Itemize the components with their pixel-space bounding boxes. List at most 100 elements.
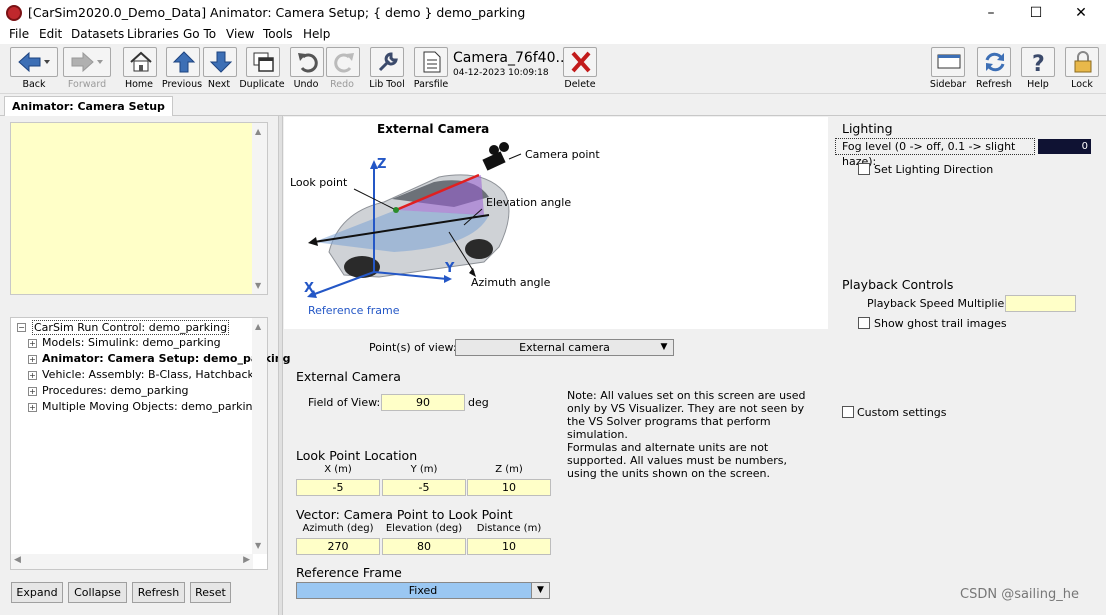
note-text-2: Formulas and alternate units are not sup… — [567, 441, 788, 480]
menu-view[interactable]: View — [226, 27, 254, 41]
undo-button[interactable] — [290, 47, 324, 77]
playback-speed-input[interactable] — [1005, 295, 1076, 312]
down-arrow-icon — [209, 51, 233, 73]
expand-toggle-icon[interactable]: + — [28, 403, 37, 412]
menu-libraries[interactable]: Libraries — [127, 27, 179, 41]
tree-item-models[interactable]: Models: Simulink: demo_parking — [42, 336, 221, 349]
app-logo-icon — [6, 5, 22, 21]
azimuth-angle-label: Azimuth angle — [471, 276, 551, 289]
notes-textarea[interactable]: ▲ ▼ — [10, 122, 268, 295]
sidebar-icon — [937, 54, 961, 69]
collapse-toggle-icon[interactable]: − — [17, 323, 26, 332]
home-button[interactable] — [123, 47, 157, 77]
scroll-up-icon[interactable]: ▲ — [255, 127, 261, 136]
look-point-label: Look point — [290, 176, 348, 189]
help-icon: ? — [1032, 52, 1045, 73]
scroll-down-icon[interactable]: ▼ — [255, 541, 261, 550]
lib-tool-button[interactable] — [370, 47, 404, 77]
maximize-button[interactable]: ☐ — [1013, 0, 1059, 26]
chevron-down-icon: ▼ — [660, 342, 668, 352]
expand-toggle-icon[interactable]: + — [28, 355, 37, 364]
previous-button[interactable] — [166, 47, 200, 77]
elevation-input[interactable]: 80 — [382, 538, 466, 555]
set-lighting-direction-checkbox[interactable] — [858, 163, 870, 175]
scroll-left-icon[interactable]: ◀ — [14, 555, 21, 565]
parsfile-label: Parsfile — [413, 79, 449, 90]
look-point-x-header: X (m) — [324, 464, 352, 475]
field-of-view-label: Field of View: — [308, 396, 381, 409]
scroll-down-icon[interactable]: ▼ — [255, 281, 261, 290]
fog-level-input[interactable]: 0 — [1038, 139, 1091, 154]
expand-button[interactable]: Expand — [11, 582, 63, 603]
custom-settings-checkbox[interactable] — [842, 406, 854, 418]
reset-button[interactable]: Reset — [190, 582, 231, 603]
expand-toggle-icon[interactable]: + — [28, 387, 37, 396]
scroll-right-icon[interactable]: ▶ — [243, 555, 250, 565]
parsfile-button[interactable] — [414, 47, 448, 77]
tree-root[interactable]: CarSim Run Control: demo_parking — [32, 320, 230, 335]
lock-icon — [1074, 51, 1092, 73]
look-point-z-input[interactable]: 10 — [467, 479, 551, 496]
refresh-icon — [985, 52, 1005, 72]
tree-horizontal-scrollbar[interactable]: ◀ ▶ — [11, 554, 253, 569]
parsfile-icon — [423, 51, 441, 73]
menu-go-to[interactable]: Go To — [183, 27, 216, 41]
home-icon — [130, 51, 152, 72]
close-button[interactable]: ✕ — [1058, 0, 1104, 26]
dataset-name: Camera_76f40.. — [453, 50, 565, 66]
vector-title: Vector: Camera Point to Look Point — [296, 507, 513, 522]
axis-z-label: Z — [377, 157, 387, 172]
tree-scrollbar[interactable]: ▲ ▼ — [252, 318, 267, 554]
menu-bar: File Edit Datasets Libraries Go To View … — [0, 26, 1106, 44]
tab-animator-camera-setup[interactable]: Animator: Camera Setup — [4, 96, 173, 116]
axis-y-label: Y — [445, 261, 455, 276]
fog-level-label: Fog level (0 -> off, 0.1 -> slight haze)… — [835, 138, 1035, 168]
lighting-title: Lighting — [842, 121, 893, 136]
collapse-button[interactable]: Collapse — [68, 582, 127, 603]
menu-tools[interactable]: Tools — [263, 27, 293, 41]
next-button[interactable] — [203, 47, 237, 77]
field-of-view-input[interactable]: 90 — [381, 394, 465, 411]
svg-text:?: ? — [1032, 52, 1045, 73]
azimuth-input[interactable]: 270 — [296, 538, 380, 555]
tree-refresh-button[interactable]: Refresh — [132, 582, 185, 603]
look-point-y-input[interactable]: -5 — [382, 479, 466, 496]
playback-speed-label: Playback Speed Multiplier: — [867, 297, 1013, 310]
back-button[interactable] — [10, 47, 58, 77]
menu-file[interactable]: File — [9, 27, 29, 41]
tree-item-vehicle[interactable]: Vehicle: Assembly: B-Class, Hatchback — [42, 368, 254, 381]
expand-toggle-icon[interactable]: + — [28, 371, 37, 380]
lock-label: Lock — [1071, 79, 1093, 90]
points-of-view-dropdown[interactable]: External camera ▼ — [455, 339, 674, 356]
back-arrow-icon — [18, 51, 50, 73]
reference-frame-label: Reference frame — [308, 304, 400, 317]
tree-item-moving-objects[interactable]: Multiple Moving Objects: demo_parking — [42, 400, 260, 413]
tree-item-procedures[interactable]: Procedures: demo_parking — [42, 384, 189, 397]
notes-scrollbar[interactable]: ▲ ▼ — [252, 123, 267, 294]
expand-toggle-icon[interactable]: + — [28, 339, 37, 348]
azimuth-header: Azimuth (deg) — [302, 523, 374, 534]
lock-button[interactable] — [1065, 47, 1099, 77]
menu-datasets[interactable]: Datasets — [71, 27, 124, 41]
delete-button[interactable] — [563, 47, 597, 77]
menu-edit[interactable]: Edit — [39, 27, 62, 41]
reference-frame-dropdown[interactable]: Fixed ▼ — [296, 582, 550, 599]
title-bar: [CarSim2020.0_Demo_Data] Animator: Camer… — [0, 0, 1106, 26]
sidebar-button[interactable] — [931, 47, 965, 77]
refresh-button[interactable] — [977, 47, 1011, 77]
pane-splitter[interactable] — [278, 116, 283, 615]
camera-diagram: External Camera Look point Camera point … — [284, 117, 828, 329]
menu-help[interactable]: Help — [303, 27, 330, 41]
look-point-x-input[interactable]: -5 — [296, 479, 380, 496]
minimize-button[interactable]: – — [968, 0, 1014, 26]
window-title: [CarSim2020.0_Demo_Data] Animator: Camer… — [28, 5, 526, 20]
redo-button[interactable] — [326, 47, 360, 77]
forward-button[interactable] — [63, 47, 111, 77]
note-text-1: Note: All values set on this screen are … — [567, 389, 806, 441]
scroll-up-icon[interactable]: ▲ — [255, 322, 261, 331]
distance-input[interactable]: 10 — [467, 538, 551, 555]
duplicate-button[interactable] — [246, 47, 280, 77]
run-control-tree: − CarSim Run Control: demo_parking + Mod… — [10, 317, 291, 570]
help-button[interactable]: ? — [1021, 47, 1055, 77]
ghost-trail-checkbox[interactable] — [858, 317, 870, 329]
